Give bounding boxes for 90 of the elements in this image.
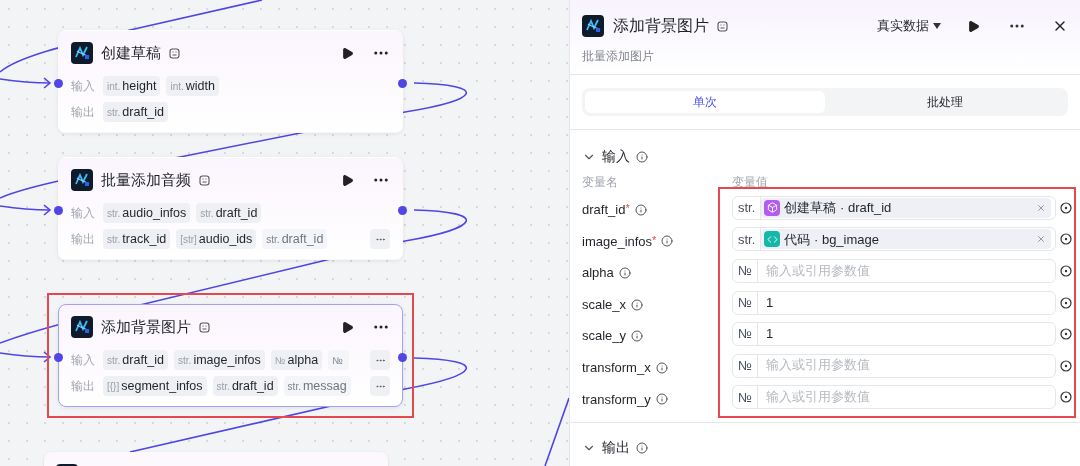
field-placeholder: 输入或引用参数值 [764,262,871,280]
run-icon[interactable] [967,19,980,33]
reference-text: 代码 · bg_image [784,230,880,249]
param-field[interactable]: № 输入或引用参数值 [732,385,1056,410]
port-chip: № [328,350,349,370]
info-icon[interactable] [631,298,644,311]
connector-line [544,397,569,466]
port-chip: str. track_id [103,229,171,249]
type-prefix: № [733,386,758,409]
reference-text: 创建草稿 · draft_id [784,199,893,218]
port-chip: str. messag [283,376,351,396]
app-logo-icon [71,316,93,338]
type-prefix: № [733,291,758,314]
info-icon[interactable] [655,393,668,406]
caret-icon [933,23,941,29]
port-row-label: 输入 [71,78,96,95]
port-chip: str. draft_id [212,376,278,396]
variable-picker-icon[interactable] [1060,201,1072,214]
type-prefix: № [733,354,758,377]
param-field[interactable]: № 输入或引用参数值 [732,259,1056,283]
param-field[interactable]: № 1 [732,290,1056,315]
type-prefix: № [733,260,758,282]
port-chip: str. image_infos [174,350,265,370]
app-logo-icon [71,42,93,64]
param-field[interactable]: str. 创建草稿 · draft_id [732,195,1056,220]
run-icon[interactable] [341,173,354,187]
column-header: 变量值 [732,174,768,191]
param-name: draft_id [582,201,626,220]
param-field[interactable]: str. 代码 · bg_image [732,227,1056,252]
param-field[interactable]: № 输入或引用参数值 [732,353,1056,378]
data-source-dropdown[interactable]: 真实数据 [877,16,941,36]
variable-picker-icon[interactable] [1060,328,1072,341]
port-row-label: 输出 [71,231,96,248]
variable-picker-icon[interactable] [1060,391,1072,404]
tab[interactable]: 单次 [585,91,825,113]
field-placeholder: 输入或引用参数值 [764,357,871,375]
node-title: 创建草稿 [101,42,161,63]
port-chip: str. draft_id [103,350,169,370]
column-header: 变量名 [582,174,619,191]
port-chip: int. width [166,76,219,96]
param-name: transform_x [582,359,651,377]
variable-picker-icon[interactable] [1060,265,1072,277]
param-field[interactable]: № 1 [732,322,1056,347]
param-name: transform_y [582,390,651,409]
param-name: image_infos [582,232,653,251]
info-icon[interactable] [636,441,648,454]
port-chip: int. height [103,76,161,96]
tab[interactable]: 批处理 [825,91,1065,113]
variable-picker-icon[interactable] [1060,359,1072,372]
variable-picker-icon[interactable] [1060,233,1072,246]
info-icon[interactable] [631,330,644,343]
port-chip: str. draft_id [196,203,262,223]
info-icon[interactable] [634,203,647,216]
connector-arrow [0,77,52,89]
panel-title: 添加背景图片 [613,16,709,36]
port-row-label: 输入 [71,352,96,369]
port-chip: [{}] segment_infos [103,376,207,396]
port-row-label: 输出 [71,378,96,395]
info-icon[interactable] [661,235,674,248]
info-icon[interactable] [655,361,668,374]
field-value: 1 [764,325,775,344]
info-icon[interactable] [618,267,631,279]
param-name: alpha [582,264,614,283]
variable-picker-icon[interactable] [1060,296,1072,309]
port-chip: str. audio_infos [103,203,191,223]
param-name: scale_y [582,327,627,346]
field-value: 1 [764,293,775,312]
app-logo-icon [71,169,93,191]
port-row-label: 输入 [71,205,96,222]
run-icon[interactable] [341,320,354,334]
port-chip: str. draft_id [103,102,169,122]
run-icon[interactable] [341,46,354,60]
node-title: 批量添加音频 [101,169,191,190]
section-title: 输入 [602,147,630,166]
port-chip: str. draft_id [262,229,328,249]
app-logo-icon [582,15,604,37]
param-name: scale_x [582,295,627,314]
info-icon[interactable] [636,150,648,163]
panel-subtitle: 批量添加图片 [582,48,655,65]
connector-arrow [0,204,52,216]
port-chip: № alpha [270,350,323,370]
field-placeholder: 输入或引用参数值 [764,389,871,406]
required-mark: * [652,232,657,246]
connector-arrow [0,351,52,363]
port-chip: [str] audio_ids [176,229,257,249]
port-row-label: 输出 [71,104,96,121]
section-title: 输出 [602,438,630,458]
required-mark: * [625,201,630,214]
type-prefix: № [733,323,758,346]
node-title: 添加背景图片 [101,316,191,337]
